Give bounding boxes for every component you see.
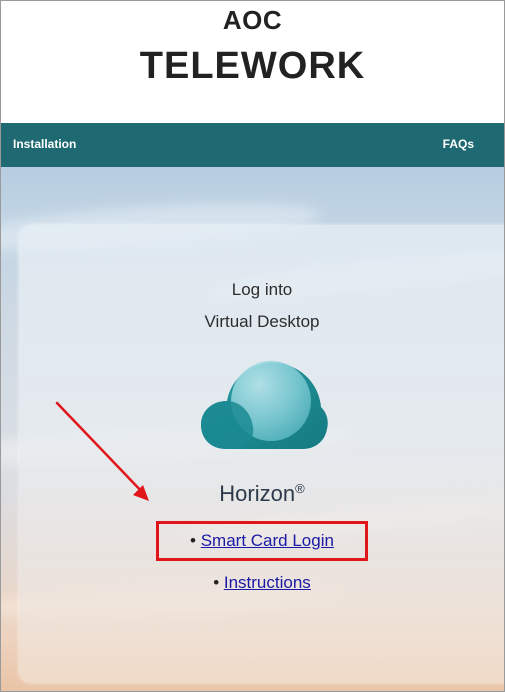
nav-link-faqs[interactable]: FAQs xyxy=(443,137,474,151)
cloud-logo-icon xyxy=(201,361,328,449)
nav-link-installation[interactable]: Installation xyxy=(13,137,76,151)
login-title-line1: Log into xyxy=(231,280,293,299)
instructions-row: • Instructions xyxy=(19,573,504,593)
bullet: • xyxy=(213,573,220,592)
highlight-box xyxy=(156,521,368,561)
site-header: AOC TELEWORK xyxy=(1,1,504,123)
red-arrow-icon xyxy=(55,401,149,501)
brand-name: Horizon xyxy=(219,481,296,506)
nav-bar: Installation FAQs xyxy=(1,123,504,167)
page-frame: AOC TELEWORK Installation FAQs Log into … xyxy=(0,0,505,692)
header-title-telework: TELEWORK xyxy=(139,45,366,87)
registered-mark: ® xyxy=(295,481,305,496)
header-title-aoc: AOC xyxy=(222,5,283,35)
login-title-line2: Virtual Desktop xyxy=(204,312,320,331)
instructions-link[interactable]: Instructions xyxy=(224,573,311,592)
